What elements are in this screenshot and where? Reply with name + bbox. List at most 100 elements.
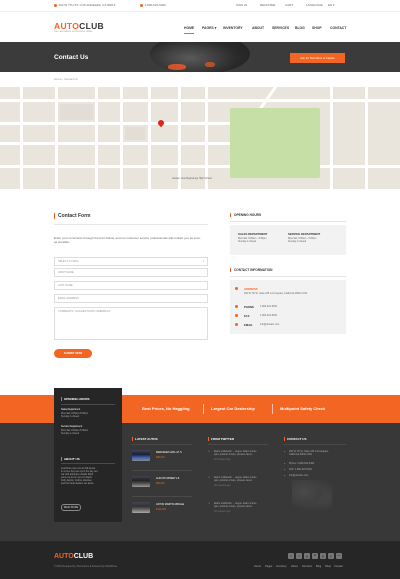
fax-value: 1-800-624-5462 [260, 314, 278, 317]
language-select[interactable]: EN ▾ [328, 3, 335, 7]
linkedin-icon[interactable]: in [312, 553, 318, 559]
header: AUTOCLUB THE CAR DEALER WORDPRESS THEME … [0, 12, 400, 42]
register-link[interactable]: REGISTER [260, 3, 275, 7]
footer-link-services[interactable]: Services [302, 565, 312, 568]
breadcrumb-current: Contact Us [63, 77, 78, 81]
last-name-field[interactable]: LAST NAME [54, 281, 208, 290]
tweet-text: quis, pulvinar ornare, posuere lacus. [214, 505, 253, 508]
contact-form-title: Contact Form [54, 213, 91, 219]
footer-logo-part2: CLUB [73, 553, 94, 560]
sales-closed: Sunday is closed [238, 240, 257, 243]
service-dept-title: SERVICE DEPARTMENT [288, 232, 321, 236]
footer-link-home[interactable]: Home [254, 565, 261, 568]
sales-dept-title: SALES DEPARTMENT [238, 232, 268, 236]
auto-price: $68,000 [156, 482, 165, 485]
auto-name[interactable]: ASTON MARTIN MIRAGE [156, 503, 184, 506]
location-map[interactable]: Greater New Beginnings High School [0, 87, 400, 189]
email-icon: ● [284, 474, 286, 477]
latest-autos-title: LATEST AUTOS [132, 437, 158, 441]
facebook-icon[interactable]: f [288, 553, 294, 559]
phone-value: 1-800-624-5462 [260, 305, 278, 308]
nav-pages[interactable]: PAGES ▾ [202, 26, 216, 30]
submit-button[interactable]: SUBMIT NOW [54, 349, 92, 358]
email-field[interactable]: EMAIL ADDRESS [54, 294, 208, 303]
footer-logo-part1: AUTO [54, 553, 74, 560]
contact-info-title: CONTACT INFORMATION [230, 268, 272, 272]
footer-service-closed: Sunday is closed [61, 432, 80, 435]
breadcrumb: Home › Contact Us [54, 77, 78, 81]
nav-services[interactable]: SERVICES [272, 26, 289, 30]
tweet-time: 20 minutes ago [214, 484, 231, 487]
fax-icon [235, 314, 238, 317]
footer-link-blog[interactable]: Blog [316, 565, 321, 568]
auto-name[interactable]: MERCEDES AMG GT S [156, 451, 182, 454]
breadcrumb-home[interactable]: Home [54, 77, 61, 81]
sign-in-link[interactable]: SIGN IN [236, 3, 247, 7]
auto-thumbnail[interactable] [132, 502, 150, 513]
footer-email[interactable]: info@domain.com [289, 474, 308, 477]
nav-about[interactable]: ABOUT [252, 26, 264, 30]
top-bar: 202 W 7TH ST, LOS ANGELES, CA 90014 1-80… [0, 0, 400, 12]
nav-shop[interactable]: SHOP [312, 26, 322, 30]
logo-tagline: THE CAR DEALER WORDPRESS THEME [54, 31, 93, 33]
footer-service-title: Service Department [61, 425, 83, 428]
opening-hours-panel: SALES DEPARTMENT Mon-Sat: 8:00am - 5:00p… [230, 225, 346, 255]
tweet-time: 20 minutes ago [214, 458, 231, 461]
nav-home[interactable]: HOME [184, 26, 195, 34]
footer-link-pages[interactable]: Pages [265, 565, 272, 568]
map-park [230, 108, 320, 178]
logo[interactable]: AUTOCLUB THE CAR DEALER WORDPRESS THEME [54, 21, 104, 33]
page-title: Contact Us [54, 54, 89, 61]
comment-field[interactable]: COMMENTS / SUGGESTIONS / FEEDBACK [54, 307, 208, 340]
cart-link[interactable]: CART [285, 3, 293, 7]
copyright-text: © 2015 Designed by Themeforce & Powered … [54, 565, 118, 568]
read-more-button[interactable]: READ MORE [61, 504, 81, 511]
youtube-icon[interactable]: y [328, 553, 334, 559]
email-value[interactable]: info@domain.com [260, 323, 279, 326]
topic-select[interactable]: SELECT A TOPIC ▾ [54, 257, 208, 266]
auto-thumbnail[interactable] [132, 476, 150, 487]
footer-link-inventory[interactable]: Inventory [276, 565, 287, 568]
footer-link-about[interactable]: About [291, 565, 298, 568]
location-icon [54, 3, 57, 7]
twitter-icon: ✦ [208, 502, 211, 505]
footer-about-title: ABOUT US [61, 457, 80, 461]
language-value: EN [328, 3, 333, 7]
twitter-title: FROM TWITTER [208, 437, 234, 441]
topic-select-value: SELECT A TOPIC [58, 260, 79, 263]
test-drive-button[interactable]: Ask for Test Drive or Inquire [290, 53, 345, 63]
email-label: EMAIL [244, 323, 253, 327]
footer-sales-title: Sales Department [61, 408, 81, 411]
twitter-icon: ✦ [208, 450, 211, 453]
footer-link-contact[interactable]: Contact [334, 565, 343, 568]
contact-info-panel: ADDRESS 202 W 7th St, Suite 233 Los Ange… [230, 280, 346, 334]
footer-address: California 90014 USA [289, 453, 312, 456]
logo-part1: AUTO [54, 21, 80, 31]
feature-safety-check: Multipoint Safety Check [280, 406, 326, 411]
page-banner: Contact Us Ask for Test Drive or Inquire [0, 42, 400, 72]
location-icon: ● [284, 450, 286, 453]
twitter-icon[interactable]: t [296, 553, 302, 559]
footer-contact-title: CONTACT US [284, 437, 306, 441]
auto-name[interactable]: AUDI R8 SPIDER V-8 [156, 477, 179, 480]
rss-icon[interactable]: rss [336, 553, 342, 559]
auto-thumbnail[interactable] [132, 450, 150, 461]
feature-best-prices: Best Prices, No Haggling [142, 406, 190, 411]
footer-logo[interactable]: AUTOCLUB [54, 553, 93, 560]
opening-hours-title: OPENING HOURS [230, 213, 261, 217]
nav-inventory[interactable]: INVENTORY [223, 26, 243, 30]
nav-blog[interactable]: BLOG [295, 26, 305, 30]
address-label: ADDRESS [244, 287, 258, 291]
service-closed: Sunday is closed [288, 240, 307, 243]
location-icon [235, 287, 238, 290]
first-name-field[interactable]: FIRST NAME [54, 268, 208, 277]
chevron-down-icon: ▾ [333, 3, 335, 7]
nav-contact[interactable]: CONTACT [330, 26, 346, 30]
footer-link-shop[interactable]: Shop [325, 565, 331, 568]
about-text: and the ideal dealers set aside. [61, 482, 95, 485]
footer-fax: FAX: 1-800-624-5462 [289, 468, 312, 471]
pinterest-icon[interactable]: p [320, 553, 326, 559]
map-label: Greater New Beginnings High School [172, 177, 212, 180]
google-plus-icon[interactable]: g [304, 553, 310, 559]
phone-icon [140, 3, 143, 7]
